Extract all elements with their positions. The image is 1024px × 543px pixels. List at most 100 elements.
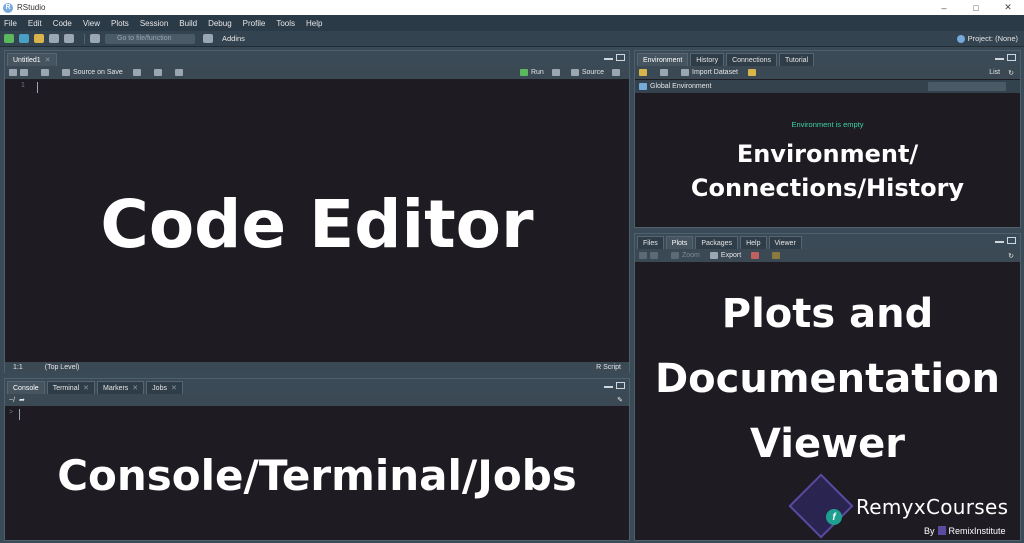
working-directory[interactable]: ~/ [9, 397, 15, 404]
clear-console-icon[interactable]: ✎ [617, 396, 623, 404]
line-number: 1 [21, 82, 25, 89]
tab-markers[interactable]: Markers ✕ [97, 381, 145, 394]
search-icon[interactable] [132, 69, 144, 76]
grid-layout-icon[interactable] [203, 34, 213, 43]
save-workspace-icon[interactable] [660, 69, 671, 76]
broom-icon[interactable] [747, 69, 759, 76]
tab-label: Packages [701, 239, 733, 247]
tab-files[interactable]: Files [637, 236, 664, 249]
broom-icon[interactable] [772, 252, 783, 259]
project-menu[interactable]: Project: (None) [956, 34, 1018, 43]
console-path-bar: ~/ ➦ ✎ [5, 394, 629, 406]
show-in-window-icon[interactable] [41, 69, 52, 76]
maximize-icon[interactable]: □ [960, 0, 992, 15]
save-all-icon[interactable] [64, 34, 74, 43]
window-titlebar: R RStudio – □ ✕ [0, 0, 1024, 15]
run-button[interactable]: Run [519, 69, 544, 76]
source-button[interactable]: Source [570, 69, 604, 76]
menu-session[interactable]: Session [140, 19, 168, 28]
refresh-icon[interactable]: ↻ [1008, 252, 1014, 260]
new-file-icon[interactable] [4, 34, 14, 43]
minimize-icon[interactable]: – [928, 0, 960, 15]
scope-indicator[interactable]: (Top Level) [45, 364, 80, 371]
tab-label: Files [643, 239, 658, 247]
tab-terminal[interactable]: Terminal ✕ [46, 381, 96, 394]
maximize-pane-icon[interactable] [616, 54, 625, 61]
plots-toolbar-right: ↻ [1000, 252, 1014, 260]
tab-plots[interactable]: Plots [665, 236, 694, 249]
tab-connections[interactable]: Connections [726, 53, 777, 66]
new-project-icon[interactable] [19, 34, 29, 43]
tab-label: Plots [671, 239, 688, 247]
tab-label: Viewer [774, 239, 796, 247]
maximize-pane-icon[interactable] [1007, 54, 1016, 61]
logo-name: RemyxCourses [856, 495, 1009, 519]
menu-code[interactable]: Code [53, 19, 72, 28]
go-to-directory-icon[interactable]: ➦ [19, 396, 25, 404]
export-button[interactable]: Export [709, 252, 741, 259]
menu-debug[interactable]: Debug [208, 19, 232, 28]
close-icon[interactable]: ✕ [992, 0, 1024, 15]
menu-tools[interactable]: Tools [276, 19, 295, 28]
menu-build[interactable]: Build [179, 19, 197, 28]
compile-report-icon[interactable] [174, 69, 186, 76]
environment-search-input[interactable] [928, 82, 1006, 91]
import-dataset-button[interactable]: Import Dataset [681, 69, 738, 76]
minimize-pane-icon[interactable] [995, 57, 1004, 60]
text-cursor [19, 409, 20, 420]
menu-edit[interactable]: Edit [28, 19, 42, 28]
minimize-pane-icon[interactable] [604, 57, 613, 60]
maximize-pane-icon[interactable] [1007, 237, 1016, 244]
tab-label: Markers [103, 384, 129, 392]
list-view-button[interactable]: List [989, 69, 1000, 76]
close-tab-icon[interactable]: ✕ [45, 56, 51, 64]
global-environment-dropdown[interactable]: Global Environment [639, 83, 711, 90]
editor-toolbar-right: Run Source [512, 69, 623, 76]
tab-packages[interactable]: Packages [695, 236, 739, 249]
menu-help[interactable]: Help [306, 19, 322, 28]
outline-icon[interactable] [612, 69, 623, 76]
toolbar-separator [84, 33, 85, 44]
rerun-icon[interactable] [551, 69, 563, 76]
menu-plots[interactable]: Plots [111, 19, 129, 28]
tab-environment[interactable]: Environment [637, 53, 689, 66]
back-forward-icon[interactable] [9, 69, 31, 76]
maximize-pane-icon[interactable] [616, 382, 625, 389]
close-tab-icon[interactable]: ✕ [83, 384, 89, 392]
menu-file[interactable]: File [4, 19, 17, 28]
print-icon[interactable] [90, 34, 100, 43]
goto-file-input[interactable]: Go to file/function [105, 33, 195, 44]
file-type-indicator[interactable]: R Script [596, 364, 621, 371]
tab-history[interactable]: History [690, 53, 725, 66]
minimize-pane-icon[interactable] [995, 240, 1004, 243]
minimize-pane-icon[interactable] [604, 385, 613, 388]
tab-jobs[interactable]: Jobs ✕ [146, 381, 183, 394]
load-workspace-icon[interactable] [639, 69, 650, 76]
cursor-position: 1:1 [13, 364, 23, 371]
refresh-icon[interactable]: ↻ [1008, 69, 1014, 77]
environment-search-wrap [928, 82, 1014, 91]
addins-button[interactable]: Addins [222, 34, 245, 43]
save-icon[interactable] [49, 34, 59, 43]
source-on-save-checkbox[interactable]: Source on Save [62, 69, 123, 76]
tab-untitled1[interactable]: Untitled1 ✕ [7, 53, 57, 66]
environment-tabstrip: Environment History Connections Tutorial [635, 51, 1020, 66]
editor-pane-controls [601, 54, 625, 61]
close-tab-icon[interactable]: ✕ [171, 384, 177, 392]
tab-tutorial[interactable]: Tutorial [779, 53, 815, 66]
open-file-icon[interactable] [34, 34, 44, 43]
tab-console[interactable]: Console [7, 381, 45, 394]
back-forward-icon[interactable] [639, 252, 661, 259]
main-toolbar: Go to file/function Addins Project: (Non… [0, 31, 1024, 47]
window-controls: – □ ✕ [928, 0, 1024, 15]
close-tab-icon[interactable]: ✕ [132, 384, 138, 392]
menu-view[interactable]: View [83, 19, 100, 28]
rstudio-logo-icon: R [3, 2, 13, 13]
tab-help[interactable]: Help [740, 236, 767, 249]
magic-wand-icon[interactable] [153, 69, 165, 76]
zoom-button[interactable]: Zoom [671, 252, 700, 259]
tab-viewer[interactable]: Viewer [768, 236, 802, 249]
menu-profile[interactable]: Profile [243, 19, 266, 28]
tab-label: Jobs [152, 384, 167, 392]
delete-plot-icon[interactable] [751, 252, 762, 259]
